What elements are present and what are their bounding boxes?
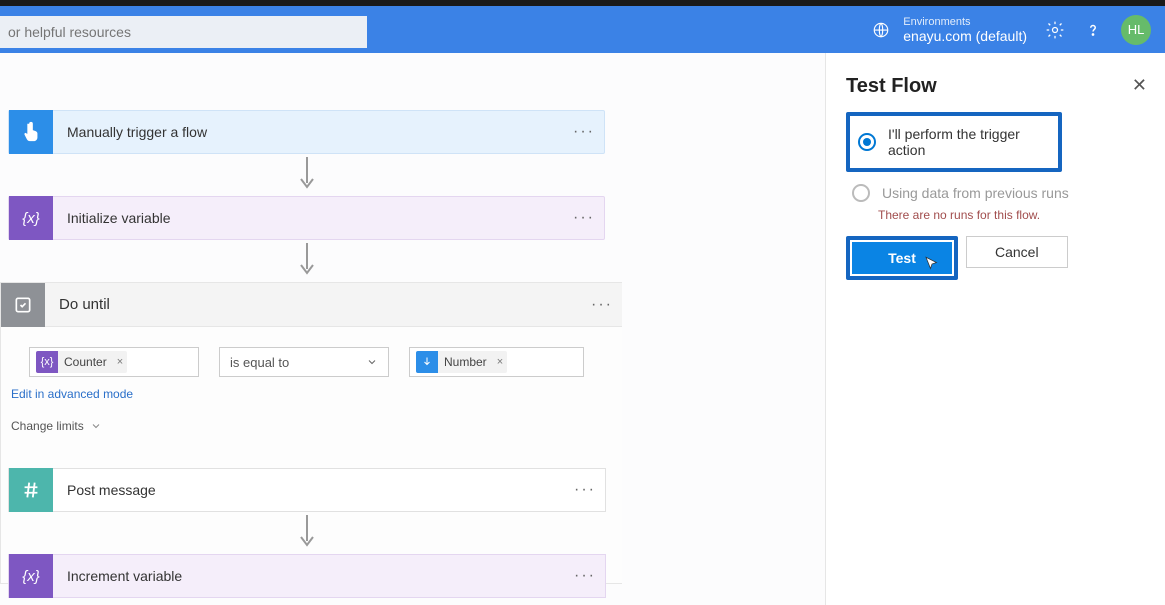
no-runs-note: There are no runs for this flow. bbox=[846, 208, 1145, 222]
close-icon[interactable]: ✕ bbox=[1132, 75, 1147, 96]
help-icon[interactable] bbox=[1083, 20, 1103, 40]
more-icon[interactable]: ··· bbox=[564, 209, 604, 227]
search-input[interactable] bbox=[0, 16, 367, 48]
post-message-title: Post message bbox=[53, 482, 565, 498]
operator-select[interactable]: is equal to bbox=[219, 347, 389, 377]
trigger-title: Manually trigger a flow bbox=[53, 124, 564, 140]
condition-row: {x} Counter × is equal to Number × bbox=[1, 327, 622, 387]
panel-button-row: Test Cancel bbox=[846, 236, 1145, 280]
right-operand-input[interactable]: Number × bbox=[409, 347, 584, 377]
change-limits-label: Change limits bbox=[11, 419, 84, 433]
more-icon[interactable]: ··· bbox=[564, 123, 604, 141]
token-label: Counter bbox=[58, 351, 113, 373]
flow-canvas: Manually trigger a flow ··· {x} Initiali… bbox=[0, 53, 1165, 605]
number-token[interactable]: Number × bbox=[416, 351, 507, 373]
counter-token[interactable]: {x} Counter × bbox=[36, 351, 127, 373]
increment-variable-card[interactable]: {x} Increment variable ··· bbox=[8, 554, 606, 598]
input-icon bbox=[416, 351, 438, 373]
variable-icon: {x} bbox=[9, 196, 53, 240]
radio-off-icon bbox=[852, 184, 870, 202]
header-right: Environments enayu.com (default) HL bbox=[871, 6, 1165, 53]
arrow-down-icon bbox=[298, 243, 316, 279]
post-message-card[interactable]: Post message ··· bbox=[8, 468, 606, 512]
test-button-label: Test bbox=[888, 250, 916, 266]
test-flow-panel: Test Flow ✕ I'll perform the trigger act… bbox=[825, 53, 1165, 605]
tutorial-highlight: Test bbox=[846, 236, 958, 280]
trigger-card[interactable]: Manually trigger a flow ··· bbox=[8, 110, 605, 154]
remove-token-icon[interactable]: × bbox=[113, 351, 127, 373]
arrow-down-icon bbox=[298, 515, 316, 551]
avatar[interactable]: HL bbox=[1121, 15, 1151, 45]
radio-previous-runs: Using data from previous runs bbox=[846, 176, 1145, 210]
left-operand-input[interactable]: {x} Counter × bbox=[29, 347, 199, 377]
globe-icon bbox=[871, 20, 891, 40]
operator-label: is equal to bbox=[230, 355, 289, 370]
radio-manual-trigger[interactable]: I'll perform the trigger action bbox=[852, 118, 1056, 166]
radio-label: Using data from previous runs bbox=[882, 185, 1069, 201]
edit-advanced-link[interactable]: Edit in advanced mode bbox=[1, 387, 622, 401]
cursor-icon bbox=[923, 255, 941, 273]
radio-label: I'll perform the trigger action bbox=[888, 126, 1050, 158]
test-button[interactable]: Test bbox=[852, 242, 952, 274]
environment-picker[interactable]: Environments enayu.com (default) bbox=[871, 16, 1027, 44]
panel-title: Test Flow bbox=[846, 75, 1145, 98]
environment-label: Environments bbox=[903, 16, 1027, 28]
more-icon[interactable]: ··· bbox=[565, 567, 605, 585]
chevron-down-icon bbox=[366, 356, 378, 368]
increment-title: Increment variable bbox=[53, 568, 565, 584]
loop-icon bbox=[1, 283, 45, 327]
change-limits-toggle[interactable]: Change limits bbox=[1, 419, 622, 433]
do-until-title: Do until bbox=[45, 296, 582, 313]
radio-on-icon bbox=[858, 133, 876, 151]
settings-icon[interactable] bbox=[1045, 20, 1065, 40]
variable-icon: {x} bbox=[36, 351, 58, 373]
app-header: Environments enayu.com (default) HL bbox=[0, 6, 1165, 53]
environment-name: enayu.com (default) bbox=[903, 28, 1027, 44]
more-icon[interactable]: ··· bbox=[582, 296, 622, 314]
do-until-header[interactable]: Do until ··· bbox=[1, 283, 622, 327]
token-label: Number bbox=[438, 351, 493, 373]
more-icon[interactable]: ··· bbox=[565, 481, 605, 499]
touch-icon bbox=[9, 110, 53, 154]
tutorial-highlight: I'll perform the trigger action bbox=[846, 112, 1062, 172]
remove-token-icon[interactable]: × bbox=[493, 351, 507, 373]
chevron-down-icon bbox=[90, 420, 102, 432]
variable-icon: {x} bbox=[9, 554, 53, 598]
hash-icon bbox=[9, 468, 53, 512]
initialize-variable-card[interactable]: {x} Initialize variable ··· bbox=[8, 196, 605, 240]
cancel-button[interactable]: Cancel bbox=[966, 236, 1068, 268]
arrow-down-icon bbox=[298, 157, 316, 193]
init-title: Initialize variable bbox=[53, 210, 564, 226]
